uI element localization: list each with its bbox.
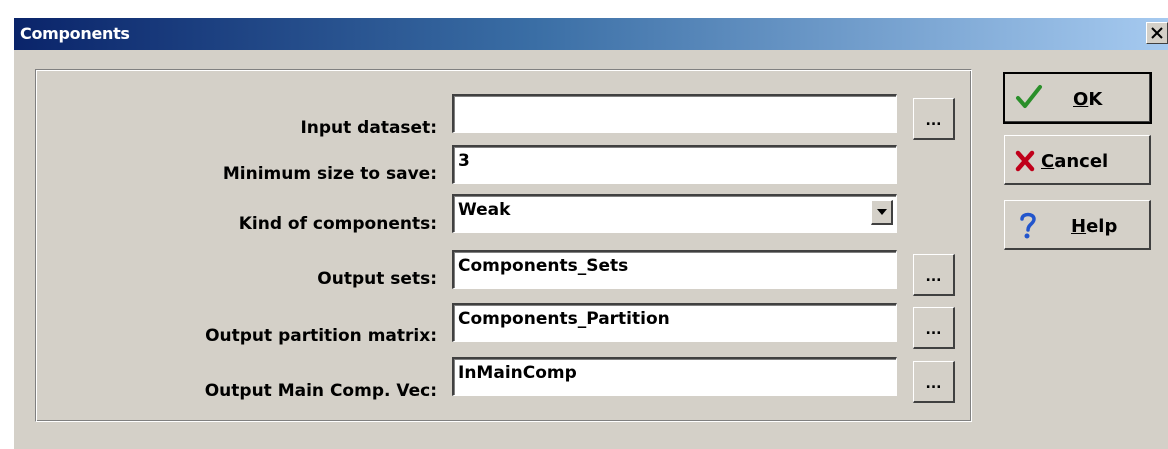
cancel-button[interactable]: Cancel bbox=[1004, 135, 1151, 185]
output-partition-field[interactable]: Components_Partition bbox=[452, 303, 897, 342]
output-sets-label: Output sets: bbox=[317, 269, 437, 289]
output-sets-browse-button[interactable]: ... bbox=[913, 254, 955, 296]
output-main-comp-label: Output Main Comp. Vec: bbox=[204, 381, 437, 401]
chevron-down-icon bbox=[877, 209, 887, 215]
dropdown-arrow-button[interactable] bbox=[871, 200, 893, 225]
question-icon bbox=[1020, 212, 1036, 239]
help-button[interactable]: Help bbox=[1004, 200, 1151, 250]
title-bar[interactable]: Components bbox=[14, 18, 1168, 50]
close-icon bbox=[1151, 27, 1163, 39]
output-partition-label: Output partition matrix: bbox=[205, 326, 437, 346]
minimum-size-field[interactable]: 3 bbox=[452, 145, 897, 184]
minimum-size-label: Minimum size to save: bbox=[222, 164, 437, 184]
close-button[interactable] bbox=[1146, 22, 1168, 44]
components-dialog: Components Input dataset: ... Minimum si… bbox=[14, 18, 1168, 449]
x-cross-icon bbox=[1015, 150, 1035, 172]
output-sets-field[interactable]: Components_Sets bbox=[452, 250, 897, 289]
kind-of-components-select[interactable]: Weak bbox=[452, 194, 897, 233]
help-button-label: Help bbox=[1071, 216, 1118, 237]
input-dataset-field[interactable] bbox=[452, 94, 897, 133]
checkmark-icon bbox=[1016, 85, 1042, 108]
dialog-title: Components bbox=[20, 24, 130, 43]
output-main-comp-browse-button[interactable]: ... bbox=[913, 361, 955, 403]
output-main-comp-field[interactable]: InMainComp bbox=[452, 357, 897, 396]
ok-button-label: OK bbox=[1073, 89, 1103, 110]
cancel-button-label: Cancel bbox=[1041, 151, 1109, 172]
kind-of-components-label: Kind of components: bbox=[238, 214, 437, 234]
input-dataset-label: Input dataset: bbox=[300, 118, 437, 138]
output-partition-browse-button[interactable]: ... bbox=[913, 307, 955, 349]
input-dataset-browse-button[interactable]: ... bbox=[913, 98, 955, 140]
ok-button[interactable]: OK bbox=[1003, 72, 1152, 124]
